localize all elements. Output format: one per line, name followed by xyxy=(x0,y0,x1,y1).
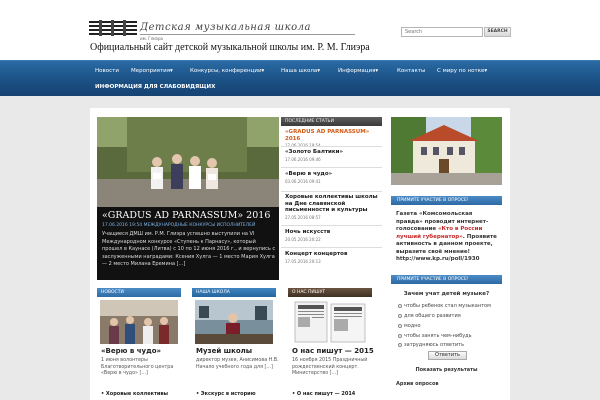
site-title: Официальный сайт детской музыкальной шко… xyxy=(90,42,370,53)
chevron-down-icon: ▾ xyxy=(375,68,379,74)
latest-item[interactable]: Концерт концертов 17.05.2016 20:13 xyxy=(285,251,381,264)
featured-meta: 17.06.2016 19:54 МЕЖДУНАРОДНЫЕ КОНКУРСЫ … xyxy=(102,223,255,228)
latest-item-title[interactable]: Ночь искусств xyxy=(285,229,381,236)
latest-item-date: 20.05.2016 20:22 xyxy=(285,236,321,242)
column-heading-press[interactable]: О НАС ПИШУТ xyxy=(288,288,372,297)
chevron-down-icon: ▾ xyxy=(170,68,173,74)
poll-option-label: чтобы ребенок стал музыкантом xyxy=(404,303,491,309)
school-building-photo[interactable] xyxy=(391,117,502,185)
poll-option[interactable]: для общего развития xyxy=(398,313,461,319)
logo-underline xyxy=(140,34,355,35)
radio-button[interactable] xyxy=(398,303,402,308)
nav-item-our-school[interactable]: Наша школа▾ xyxy=(281,68,320,74)
school-museum-photo[interactable] xyxy=(195,300,273,344)
latest-item-title[interactable]: «Золото Балтики» xyxy=(285,149,381,156)
divider xyxy=(281,167,382,168)
latest-item-title[interactable]: Хоровые коллективы школы на Дне славянск… xyxy=(285,194,381,214)
vote-url-link[interactable]: http://www.kp.ru/poll/1930 xyxy=(396,256,479,262)
search-button[interactable]: SEARCH xyxy=(484,27,511,37)
logo-text[interactable]: Детская музыкальная школа xyxy=(140,22,311,33)
school-item-title[interactable]: Музей школы xyxy=(196,347,252,355)
radio-button[interactable] xyxy=(398,342,402,347)
poll-question: Зачем учат детей музыке? xyxy=(403,291,490,297)
latest-item-date: 17.06.2016 09:46 xyxy=(285,156,321,162)
news-item-excerpt: 1 июня волонтеры Благотворительного цент… xyxy=(101,358,174,376)
nav-item-contacts[interactable]: Контакты xyxy=(397,68,425,74)
press-item-excerpt: 16 ноября 2015 Праздничный рождественски… xyxy=(292,358,368,376)
site-header: Детская музыкальная школа им. Глиэра Офи… xyxy=(0,0,600,60)
featured-category-link[interactable]: МЕЖДУНАРОДНЫЕ КОНКУРСЫ ИСПОЛНИТЕЛЕЙ xyxy=(144,223,256,228)
divider xyxy=(281,247,382,248)
poll-option-label: для общего развития xyxy=(404,313,461,319)
press-item-title[interactable]: О нас пишут — 2015 xyxy=(292,347,374,355)
poll-results-link[interactable]: Показать результаты xyxy=(391,367,502,373)
school-more-link[interactable]: • Экскурс в историю xyxy=(196,391,256,397)
chevron-down-icon: ▾ xyxy=(261,68,265,74)
latest-item-title[interactable]: «Верю в чудо» xyxy=(285,171,381,178)
featured-title[interactable]: «GRADUS AD PARNASSUM» 2016 xyxy=(102,210,270,221)
latest-item[interactable]: «Золото Балтики» 17.06.2016 09:46 xyxy=(285,149,381,162)
poll-archive-link[interactable]: Архив опросов xyxy=(396,381,439,387)
poll-option[interactable]: затрудняюсь ответить xyxy=(398,342,464,348)
featured-date: 17.06.2016 19:54 xyxy=(102,223,143,228)
press-more-link[interactable]: • О нас пишут — 2014 xyxy=(292,391,355,397)
column-heading-news[interactable]: НОВОСТИ xyxy=(97,288,181,297)
nav-item-misc[interactable]: С миру по нотке▾ xyxy=(437,68,487,74)
latest-heading: ПОСЛЕДНИЕ СТАТЬИ xyxy=(281,117,382,126)
poll-option-label: чтобы занять чем-нибудь xyxy=(404,333,472,339)
nav-item-accessibility[interactable]: ИНФОРМАЦИЯ ДЛЯ СЛАБОВИДЯЩИХ xyxy=(95,84,215,90)
school-item-excerpt: директор музея, Анисимова Н.В. Начало уч… xyxy=(196,358,279,370)
column-heading-school[interactable]: НАША ШКОЛА xyxy=(192,288,276,297)
poll-heading: ПРИМИТЕ УЧАСТИЕ В ОПРОСЕ! xyxy=(391,275,502,284)
divider xyxy=(281,146,382,147)
featured-slider[interactable]: «GRADUS AD PARNASSUM» 2016 17.06.2016 19… xyxy=(97,117,279,280)
vote-heading: ПРИМИТЕ УЧАСТИЕ В ОПРОСЕ! xyxy=(391,196,502,205)
nav-item-contests[interactable]: Конкурсы, конференции▾ xyxy=(190,68,264,74)
latest-item[interactable]: «Верю в чудо» 03.06.2016 09:41 xyxy=(285,171,381,184)
logo-keyboard-icon[interactable] xyxy=(89,19,139,39)
poll-option-label: модно xyxy=(404,323,421,329)
latest-articles: ПОСЛЕДНИЕ СТАТЬИ «GRADUS AD PARNASSUM» 2… xyxy=(281,117,382,280)
news-item-title[interactable]: «Верю в чудо» xyxy=(101,347,161,355)
press-clipping-photo[interactable] xyxy=(291,300,369,344)
search-input[interactable] xyxy=(401,27,483,37)
poll-submit-button[interactable]: Ответить xyxy=(428,351,467,360)
radio-button[interactable] xyxy=(398,323,402,328)
poll-option[interactable]: чтобы занять чем-нибудь xyxy=(398,333,472,339)
logo-subtitle: им. Глиэра xyxy=(140,36,163,41)
nav-item-information[interactable]: Информация▾ xyxy=(338,68,378,74)
latest-item-title[interactable]: «GRADUS AD PARNASSUM» 2016 xyxy=(285,129,381,142)
chevron-down-icon: ▾ xyxy=(317,68,321,74)
divider xyxy=(281,191,382,192)
nav-item-news[interactable]: Новости xyxy=(95,68,119,74)
latest-item-title[interactable]: Концерт концертов xyxy=(285,251,381,258)
divider xyxy=(281,225,382,226)
latest-item[interactable]: Хоровые коллективы школы на Дне славянск… xyxy=(285,194,381,220)
chevron-down-icon: ▾ xyxy=(484,68,488,74)
news-photo[interactable] xyxy=(100,300,178,344)
news-more-link[interactable]: • Хоровые коллективы xyxy=(101,391,168,397)
main-navigation: Новости Мероприятия▾ Конкурсы, конференц… xyxy=(0,60,600,96)
poll-option[interactable]: модно xyxy=(398,323,421,329)
featured-photo[interactable] xyxy=(97,117,279,207)
latest-item-date: 03.06.2016 09:41 xyxy=(285,178,321,184)
nav-item-events[interactable]: Мероприятия▾ xyxy=(131,68,173,74)
radio-button[interactable] xyxy=(398,313,402,318)
poll-option-label: затрудняюсь ответить xyxy=(404,342,465,348)
latest-item[interactable]: Ночь искусств 20.05.2016 20:22 xyxy=(285,229,381,242)
radio-button[interactable] xyxy=(398,333,402,338)
latest-item-date: 27.05.2016 08:57 xyxy=(285,214,321,220)
poll-option[interactable]: чтобы ребенок стал музыкантом xyxy=(398,303,491,309)
vote-announcement: Газета «Комсомольская правда» проводит и… xyxy=(396,211,500,264)
featured-excerpt: Учащиеся ДМШ им. Р.М. Глиэра успешно выс… xyxy=(102,231,276,268)
latest-item-date: 17.05.2016 20:13 xyxy=(285,258,321,264)
